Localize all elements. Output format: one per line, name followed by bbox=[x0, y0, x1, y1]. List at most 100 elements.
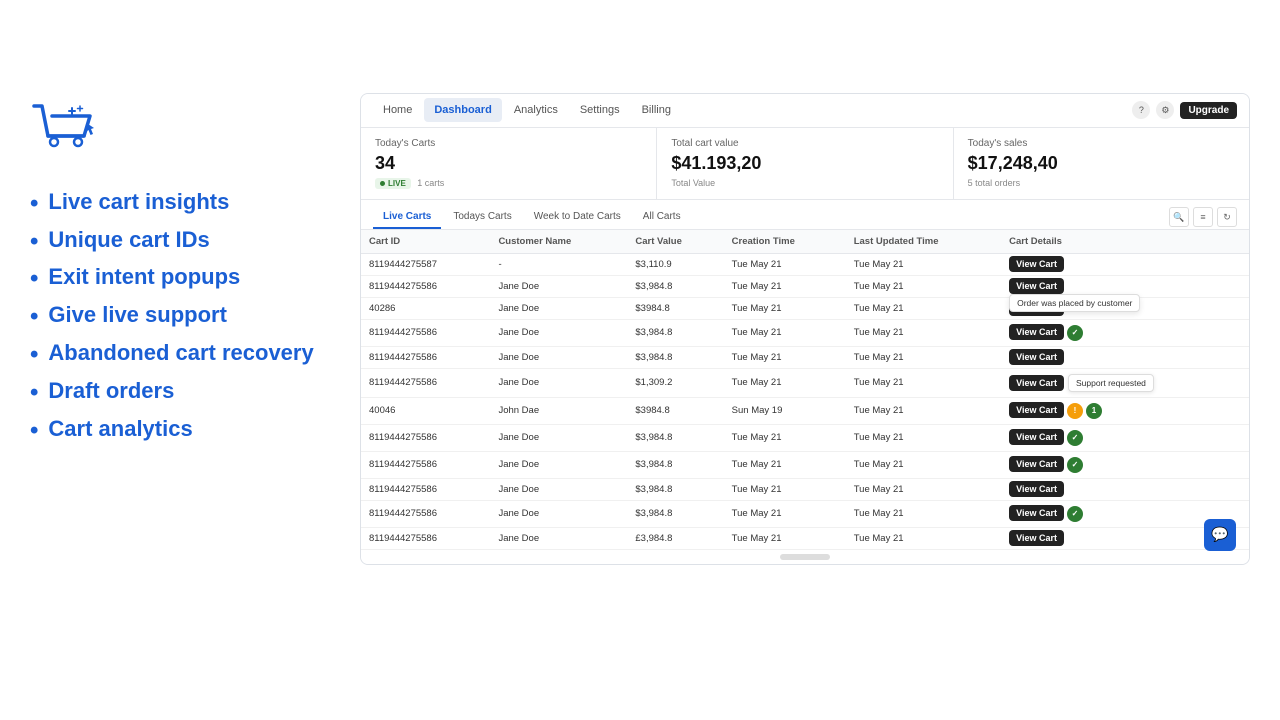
table-tabs-bar: Live Carts Todays Carts Week to Date Car… bbox=[361, 200, 1249, 230]
alert-badge: ! bbox=[1067, 403, 1083, 419]
table-container: Cart ID Customer Name Cart Value Creatio… bbox=[361, 230, 1249, 550]
view-cart-button[interactable]: View Cart bbox=[1009, 505, 1064, 521]
cell-value: $3,984.8 bbox=[627, 451, 723, 478]
search-icon[interactable]: 🔍 bbox=[1169, 207, 1189, 227]
bullet-item: Draft orders bbox=[30, 378, 340, 408]
cell-updated: Tue May 21 bbox=[846, 346, 1001, 368]
table-row: 8119444275587-$3,110.9Tue May 21Tue May … bbox=[361, 253, 1249, 275]
table-header: Cart ID Customer Name Cart Value Creatio… bbox=[361, 230, 1249, 254]
cart-table: Cart ID Customer Name Cart Value Creatio… bbox=[361, 230, 1249, 550]
nav-tab-home[interactable]: Home bbox=[373, 98, 422, 122]
bullet-item: Exit intent popups bbox=[30, 264, 340, 294]
view-cart-button[interactable]: View Cart bbox=[1009, 481, 1064, 497]
view-cart-button[interactable]: View Cart bbox=[1009, 456, 1064, 472]
page-wrapper: Live cart insightsUnique cart IDsExit in… bbox=[0, 0, 1280, 720]
view-cart-button[interactable]: View Cart bbox=[1009, 530, 1064, 546]
nav-tab-dashboard[interactable]: Dashboard bbox=[424, 98, 501, 122]
table-tab-today[interactable]: Todays Carts bbox=[443, 206, 521, 229]
cell-details: View Cart bbox=[1001, 478, 1249, 500]
content-row: Live cart insightsUnique cart IDsExit in… bbox=[30, 93, 1250, 565]
stat-card-carts: Today's Carts 34 LIVE 1 carts bbox=[361, 128, 657, 199]
table-tab-live[interactable]: Live Carts bbox=[373, 206, 441, 229]
cell-customer: Jane Doe bbox=[490, 451, 627, 478]
bullet-item: Live cart insights bbox=[30, 189, 340, 219]
cell-value: $3984.8 bbox=[627, 297, 723, 319]
stat-label-value: Total cart value bbox=[671, 138, 938, 149]
table-row: 8119444275586Jane Doe£3,984.8Tue May 21T… bbox=[361, 527, 1249, 549]
refresh-icon[interactable]: ↻ bbox=[1217, 207, 1237, 227]
view-cart-button[interactable]: View Cart bbox=[1009, 402, 1064, 418]
nav-tabs: Home Dashboard Analytics Settings Billin… bbox=[373, 98, 681, 122]
cell-id: 8119444275586 bbox=[361, 424, 490, 451]
table-row: 8119444275586Jane Doe$3,984.8Tue May 21T… bbox=[361, 424, 1249, 451]
table-tab-week[interactable]: Week to Date Carts bbox=[524, 206, 631, 229]
nav-tab-billing[interactable]: Billing bbox=[632, 98, 681, 122]
cell-created: Tue May 21 bbox=[724, 319, 846, 346]
table-tab-all[interactable]: All Carts bbox=[633, 206, 691, 229]
cell-value: $3,984.8 bbox=[627, 478, 723, 500]
stat-sub-value: Total Value bbox=[671, 178, 938, 188]
cell-value: $3,984.8 bbox=[627, 346, 723, 368]
cart-icon bbox=[30, 98, 102, 170]
view-cart-button[interactable]: View Cart bbox=[1009, 256, 1064, 272]
cell-details: View Cart bbox=[1001, 346, 1249, 368]
filter-icon[interactable]: ≡ bbox=[1193, 207, 1213, 227]
nav-tab-settings[interactable]: Settings bbox=[570, 98, 630, 122]
view-cart-button[interactable]: View Cart bbox=[1009, 375, 1064, 391]
stat-card-sales: Today's sales $17,248,40 5 total orders bbox=[954, 128, 1249, 199]
settings-icon[interactable]: ⚙ bbox=[1156, 101, 1174, 119]
table-icons: 🔍 ≡ ↻ bbox=[1169, 207, 1237, 227]
cell-customer: Jane Doe bbox=[490, 346, 627, 368]
cell-id: 8119444275586 bbox=[361, 451, 490, 478]
cell-updated: Tue May 21 bbox=[846, 297, 1001, 319]
cell-created: Tue May 21 bbox=[724, 275, 846, 297]
green-badge: ✓ bbox=[1067, 325, 1083, 341]
green-badge: ✓ bbox=[1067, 430, 1083, 446]
col-header-details: Cart Details bbox=[1001, 230, 1249, 254]
cell-value: $3,984.8 bbox=[627, 424, 723, 451]
help-icon[interactable]: ? bbox=[1132, 101, 1150, 119]
cell-value: $3,984.8 bbox=[627, 500, 723, 527]
cell-details: View Cart bbox=[1001, 253, 1249, 275]
chat-button[interactable]: 💬 bbox=[1204, 519, 1236, 551]
view-cart-button[interactable]: View Cart bbox=[1009, 349, 1064, 365]
cell-updated: Tue May 21 bbox=[846, 500, 1001, 527]
support-requested-tooltip: Support requested bbox=[1068, 374, 1154, 392]
cell-customer: Jane Doe bbox=[490, 319, 627, 346]
scroll-bar[interactable] bbox=[780, 554, 830, 560]
stat-label-carts: Today's Carts bbox=[375, 138, 642, 149]
green-badge: ✓ bbox=[1067, 457, 1083, 473]
cell-value: £3,984.8 bbox=[627, 527, 723, 549]
table-row: 8119444275586Jane Doe$3,984.8Tue May 21T… bbox=[361, 319, 1249, 346]
view-cart-button[interactable]: View Cart bbox=[1009, 429, 1064, 445]
table-row: 40046John Dae$3984.8Sun May 19Tue May 21… bbox=[361, 397, 1249, 424]
view-cart-button[interactable]: View Cart bbox=[1009, 324, 1064, 340]
view-cart-button[interactable]: View Cart bbox=[1009, 278, 1064, 294]
cell-customer: John Dae bbox=[490, 397, 627, 424]
cart-icon-area bbox=[30, 98, 340, 175]
cell-updated: Tue May 21 bbox=[846, 368, 1001, 397]
cell-updated: Tue May 21 bbox=[846, 253, 1001, 275]
cell-updated: Tue May 21 bbox=[846, 319, 1001, 346]
cell-created: Tue May 21 bbox=[724, 451, 846, 478]
upgrade-button[interactable]: Upgrade bbox=[1180, 102, 1237, 119]
cell-updated: Tue May 21 bbox=[846, 275, 1001, 297]
cell-created: Sun May 19 bbox=[724, 397, 846, 424]
cell-value: $3,984.8 bbox=[627, 319, 723, 346]
order-placed-tooltip: Order was placed by customer bbox=[1009, 294, 1140, 312]
col-header-customer: Customer Name bbox=[490, 230, 627, 254]
cell-details: View CartSupport requested bbox=[1001, 368, 1249, 397]
stat-label-sales: Today's sales bbox=[968, 138, 1235, 149]
table-row: 8119444275586Jane Doe$3,984.8Tue May 21T… bbox=[361, 275, 1249, 297]
cell-value: $1,309.2 bbox=[627, 368, 723, 397]
stats-row: Today's Carts 34 LIVE 1 carts Total cart… bbox=[361, 128, 1249, 200]
cell-value: $3984.8 bbox=[627, 397, 723, 424]
cell-customer: Jane Doe bbox=[490, 478, 627, 500]
cell-created: Tue May 21 bbox=[724, 527, 846, 549]
cell-updated: Tue May 21 bbox=[846, 451, 1001, 478]
table-row: 8119444275586Jane Doe$1,309.2Tue May 21T… bbox=[361, 368, 1249, 397]
cell-id: 8119444275586 bbox=[361, 275, 490, 297]
nav-tab-analytics[interactable]: Analytics bbox=[504, 98, 568, 122]
cell-details: View Cart!1 bbox=[1001, 397, 1249, 424]
stat-card-value: Total cart value $41.193,20 Total Value bbox=[657, 128, 953, 199]
